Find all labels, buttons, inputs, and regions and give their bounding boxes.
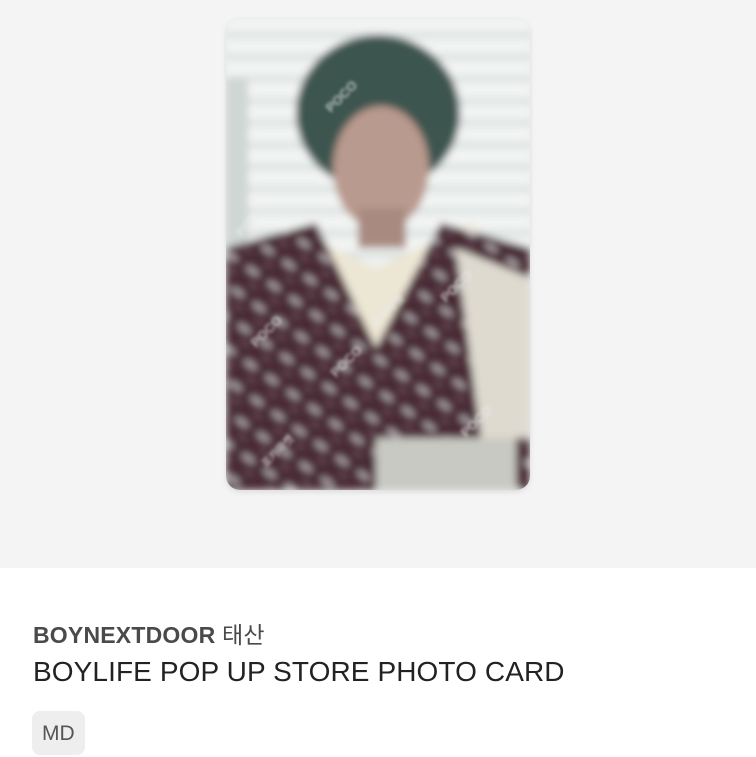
member-name[interactable]: 태산 — [222, 622, 265, 648]
product-image-area: POCO POCO POCO POCO POCO POCO 포카마켓 포카마켓 — [0, 0, 756, 568]
photocard-image: POCO POCO POCO POCO POCO POCO 포카마켓 포카마켓 — [226, 18, 530, 490]
category-tag[interactable]: MD — [32, 711, 85, 755]
product-photo[interactable]: POCO POCO POCO POCO POCO POCO 포카마켓 포카마켓 — [226, 18, 530, 490]
product-brand[interactable]: BOYNEXTDOOR 태산 — [33, 616, 265, 650]
product-title: BOYLIFE POP UP STORE PHOTO CARD — [33, 656, 565, 687]
brand-name[interactable]: BOYNEXTDOOR — [33, 622, 215, 648]
